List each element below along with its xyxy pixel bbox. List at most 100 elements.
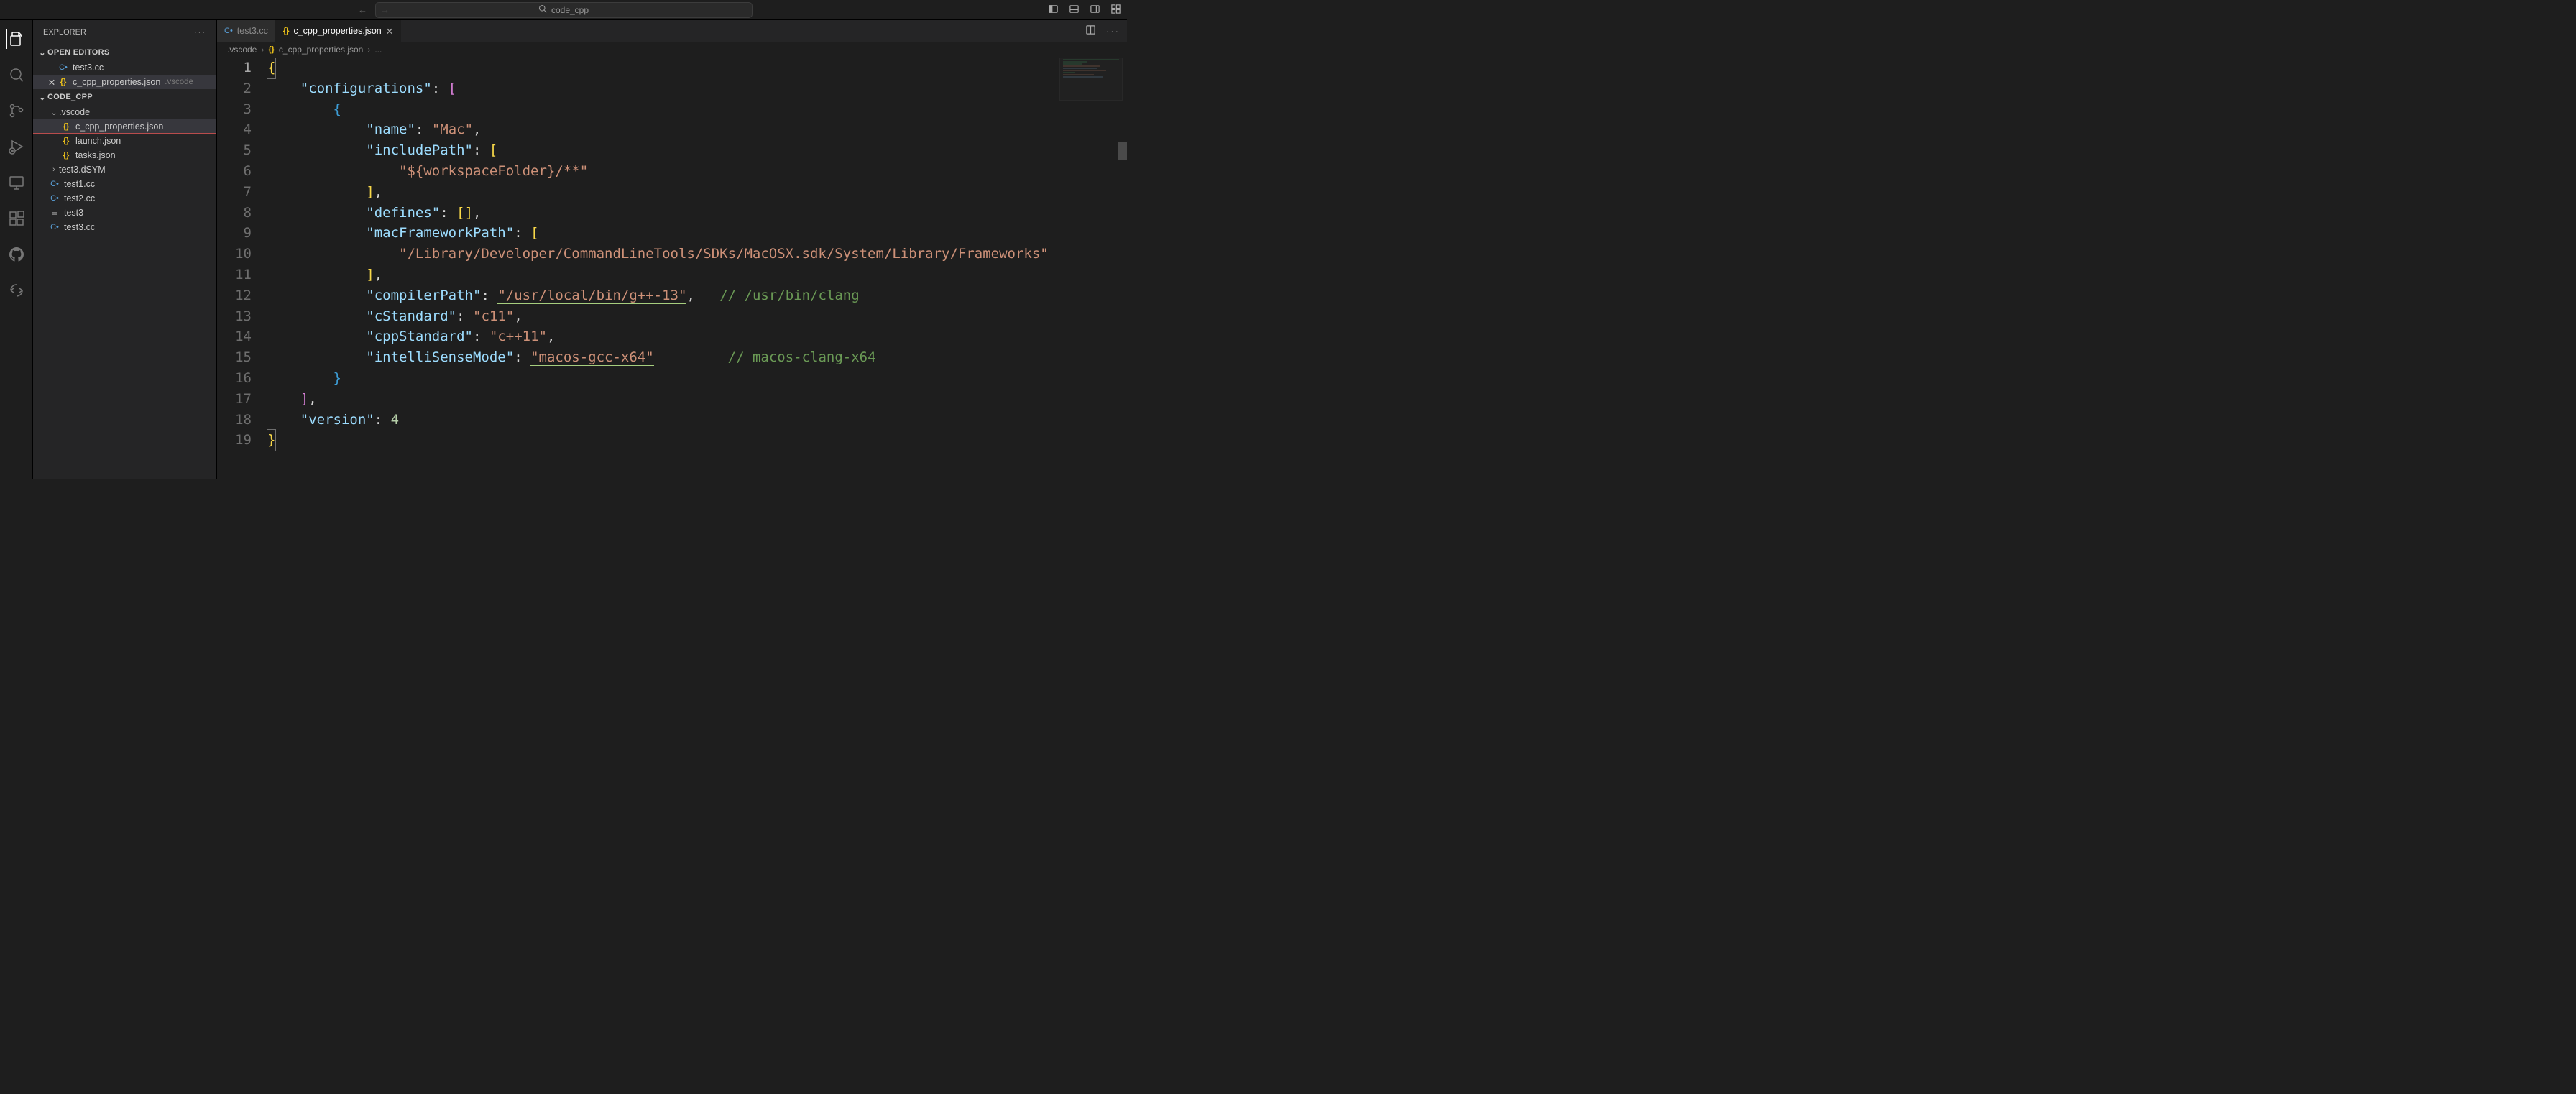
code-editor[interactable]: 12345678910111213141516171819 { "configu… (217, 58, 1127, 479)
json-icon: {} (58, 78, 69, 86)
layout-primary-icon[interactable] (1048, 4, 1059, 17)
workspace-section[interactable]: ⌄ CODE_CPP (33, 89, 216, 105)
cpp-icon: C• (58, 63, 69, 72)
file-path: .vscode (165, 78, 193, 86)
code-line[interactable]: "/Library/Developer/CommandLineTools/SDK… (267, 244, 1127, 265)
code-line[interactable]: "name": "Mac", (267, 119, 1127, 140)
breadcrumbs[interactable]: .vscode › {} c_cpp_properties.json › ... (217, 42, 1127, 58)
code-line[interactable]: } (267, 368, 1127, 389)
close-icon[interactable]: ✕ (46, 77, 58, 88)
editor-tab[interactable]: {}c_cpp_properties.json✕ (276, 20, 401, 42)
source-control-icon[interactable] (6, 101, 27, 121)
line-number: 4 (217, 119, 252, 140)
code-line[interactable]: "cStandard": "c11", (267, 306, 1127, 327)
line-number: 2 (217, 78, 252, 99)
editor-tab[interactable]: C•test3.cc (217, 20, 276, 42)
nav-forward-icon[interactable]: → (380, 4, 390, 15)
file-name: c_cpp_properties.json (73, 77, 160, 87)
code-line[interactable]: ], (267, 182, 1127, 203)
line-number: 12 (217, 285, 252, 306)
code-line[interactable]: "cppStandard": "c++11", (267, 326, 1127, 347)
live-share-icon[interactable] (6, 280, 27, 300)
code-line[interactable]: { (267, 99, 1127, 120)
item-name: test1.cc (64, 179, 95, 189)
command-center[interactable]: code_cpp (375, 2, 753, 18)
file-item[interactable]: C• test1.cc (33, 177, 216, 191)
line-number: 3 (217, 99, 252, 120)
github-icon[interactable] (6, 244, 27, 265)
line-number: 6 (217, 161, 252, 182)
line-number: 8 (217, 203, 252, 224)
json-icon: {} (60, 151, 72, 160)
scrollbar-thumb[interactable] (1118, 142, 1127, 160)
line-number: 5 (217, 140, 252, 161)
file-icon: ≡ (49, 208, 60, 218)
json-icon: {} (60, 122, 72, 131)
minimap[interactable] (1059, 58, 1123, 101)
line-number-gutter: 12345678910111213141516171819 (217, 58, 267, 479)
code-line[interactable]: "intelliSenseMode": "macos-gcc-x64" // m… (267, 347, 1127, 368)
open-editors-label: OPEN EDITORS (47, 48, 110, 57)
file-item[interactable]: C•test3.cc (33, 220, 216, 234)
breadcrumb-item[interactable]: .vscode (227, 45, 257, 55)
run-debug-icon[interactable] (6, 137, 27, 157)
item-name: test3.cc (64, 222, 95, 232)
explorer-sidebar: EXPLORER ··· ⌄ OPEN EDITORS C•test3.cc✕{… (33, 20, 217, 479)
code-line[interactable]: } (267, 430, 1127, 451)
line-number: 1 (217, 58, 252, 78)
remote-explorer-icon[interactable] (6, 173, 27, 193)
file-item[interactable]: {}c_cpp_properties.json (33, 119, 216, 134)
json-icon: {} (283, 27, 290, 35)
code-line[interactable]: "includePath": [ (267, 140, 1127, 161)
file-item[interactable]: {}tasks.json (33, 148, 216, 162)
cpp-icon: C• (49, 180, 60, 188)
more-actions-icon[interactable]: ··· (1106, 26, 1120, 37)
breadcrumb-item[interactable]: c_cpp_properties.json (279, 45, 363, 55)
close-icon[interactable]: ✕ (386, 26, 393, 37)
open-editors-section[interactable]: ⌄ OPEN EDITORS (33, 45, 216, 60)
file-item[interactable]: C•test2.cc (33, 191, 216, 206)
item-name: test3 (64, 208, 83, 218)
explorer-icon[interactable] (6, 29, 26, 49)
code-line[interactable]: "compilerPath": "/usr/local/bin/g++-13",… (267, 285, 1127, 306)
folder-item[interactable]: ⌄.vscode (33, 105, 216, 119)
split-editor-icon[interactable] (1085, 24, 1096, 37)
layout-secondary-icon[interactable] (1090, 4, 1100, 17)
file-item[interactable]: {}launch.json (33, 134, 216, 148)
extensions-icon[interactable] (6, 208, 27, 229)
activity-bar (0, 20, 33, 479)
open-editor-item[interactable]: ✕{} c_cpp_properties.json .vscode (33, 75, 216, 89)
explorer-more-icon[interactable]: ··· (194, 28, 206, 37)
code-line[interactable]: ], (267, 265, 1127, 285)
chevron-down-icon: ⌄ (49, 108, 59, 117)
explorer-title: EXPLORER (43, 28, 86, 37)
file-name: test3.cc (73, 63, 104, 73)
code-line[interactable]: "${workspaceFolder}/**" (267, 161, 1127, 182)
folder-item[interactable]: ›test3.dSYM (33, 162, 216, 177)
code-line[interactable]: "configurations": [ (267, 78, 1127, 99)
open-editor-item[interactable]: C• test3.cc (33, 60, 216, 75)
customize-layout-icon[interactable] (1110, 4, 1121, 17)
json-icon: {} (60, 137, 72, 145)
line-number: 10 (217, 244, 252, 265)
search-icon[interactable] (6, 65, 27, 85)
code-line[interactable]: "defines": [], (267, 203, 1127, 224)
file-item[interactable]: ≡ test3 (33, 206, 216, 220)
item-name: test3.dSYM (59, 165, 106, 175)
code-line[interactable]: "macFrameworkPath": [ (267, 223, 1127, 244)
item-name: .vscode (59, 107, 90, 117)
code-line[interactable]: ], (267, 389, 1127, 410)
item-name: tasks.json (75, 150, 116, 160)
code-line[interactable]: "version": 4 (267, 410, 1127, 431)
search-icon (538, 4, 547, 15)
code-content[interactable]: { "configurations": [ { "name": "Mac", "… (267, 58, 1127, 479)
nav-back-icon[interactable]: ← (358, 4, 367, 15)
titlebar: ← → code_cpp (0, 0, 1127, 20)
line-number: 7 (217, 182, 252, 203)
layout-panel-icon[interactable] (1069, 4, 1080, 17)
cpp-icon: C• (224, 27, 233, 35)
line-number: 11 (217, 265, 252, 285)
breadcrumb-item[interactable]: ... (374, 45, 382, 55)
chevron-down-icon: ⌄ (37, 48, 47, 58)
code-line[interactable]: { (267, 58, 1127, 78)
